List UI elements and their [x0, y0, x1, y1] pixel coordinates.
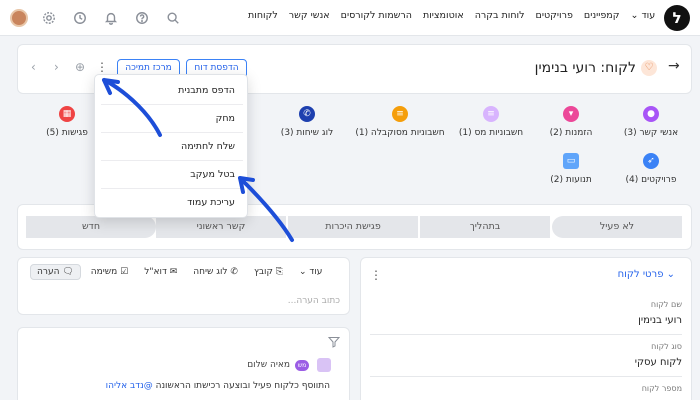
nav-more[interactable]: עוד ⌄	[631, 10, 656, 21]
entity-label: חשבוניות מסוקבלה (1)	[355, 128, 445, 138]
entity-label: פרויקטים (4)	[625, 175, 677, 185]
nav-contacts[interactable]: אנשי קשר	[289, 10, 330, 21]
feed-author: מאיה שלום	[247, 360, 290, 370]
tab-label: קובץ	[253, 267, 273, 277]
stage-initial-contact[interactable]: קשר ראשוני	[156, 216, 286, 238]
filter-icon[interactable]	[328, 336, 340, 348]
nav-course-registrations[interactable]: הרשמות לקורסים	[341, 10, 412, 21]
field-client-name[interactable]: רועי בנימין	[380, 315, 682, 326]
field-label: שם לקוח	[650, 300, 682, 309]
phone-icon: ✆	[299, 106, 315, 122]
nav-clients[interactable]: לקוחות	[248, 10, 278, 21]
details-title: פרטי לקוח	[617, 269, 664, 280]
divider	[370, 376, 682, 377]
details-more-icon[interactable]: ⋮	[370, 268, 382, 282]
chevron-left-icon[interactable]: ‹	[31, 60, 36, 74]
divider	[101, 132, 243, 133]
entity-tax-invoices[interactable]: ≡ חשבוניות מס (1)	[446, 106, 536, 138]
page-title: לקוח: רועי בנימין	[534, 60, 636, 76]
entity-projects[interactable]: ➶ פרויקטים (4)	[606, 153, 696, 185]
search-icon[interactable]	[163, 8, 183, 28]
entity-receipts[interactable]: ≡ חשבוניות מסוקבלה (1)	[355, 106, 445, 138]
rocket-icon: ➶	[643, 153, 659, 169]
main-nav: לקוחות אנשי קשר הרשמות לקורסים אוטומציות…	[248, 10, 656, 21]
divider	[101, 188, 243, 189]
entity-call-log[interactable]: ✆ לוג שיחות (3)	[262, 106, 352, 138]
nav-automations[interactable]: אוטומציות	[423, 10, 464, 21]
entity-transactions[interactable]: ▭ תנועות (2)	[526, 153, 616, 185]
nav-dashboards[interactable]: לוחות בקרה	[475, 10, 525, 21]
app-logo[interactable]: ל	[664, 5, 690, 31]
receipt-icon: ≡	[392, 106, 408, 122]
menu-unfollow[interactable]: בטל מעקב	[95, 169, 249, 180]
stage-intro-meeting[interactable]: פגישת היכרות	[288, 216, 418, 238]
entity-label: תנועות (2)	[550, 175, 592, 185]
client-details-toggle[interactable]: ⌄ פרטי לקוח	[560, 269, 675, 280]
field-client-type[interactable]: לקוח עסקי	[380, 357, 682, 368]
author-avatar: מש	[295, 360, 309, 371]
divider	[370, 334, 682, 335]
tab-label: דוא"ל	[144, 267, 167, 277]
entity-label: לוג שיחות (3)	[280, 128, 334, 138]
divider	[101, 160, 243, 161]
client-badge-icon: ♡	[641, 60, 657, 76]
menu-delete[interactable]: מחק	[95, 113, 249, 124]
tab-task[interactable]: ☑ משימה	[85, 265, 134, 279]
menu-send-for-signature[interactable]: שלח לחתימה	[95, 141, 249, 152]
entity-label: חשבוניות מס (1)	[458, 128, 524, 138]
nav-campaigns[interactable]: קמפיינים	[584, 10, 620, 21]
entity-orders[interactable]: ▾ הזמנות (2)	[526, 106, 616, 138]
more-actions-menu: הדפס מתבנית מחק שלח לחתימה בטל מעקב עריכ…	[94, 74, 248, 218]
tab-email[interactable]: ✉ דוא"ל	[138, 265, 183, 279]
nav-projects[interactable]: פרויקטים	[536, 10, 573, 21]
chevron-right-icon[interactable]: ›	[54, 60, 59, 74]
activity-tabs: 🗨 הערה ☑ משימה ✉ דוא"ל ✆ לוג שיחה ⎘ קובץ…	[30, 264, 340, 280]
user-icon: ●	[643, 106, 659, 122]
more-actions-icon[interactable]: ⋮	[96, 60, 108, 74]
comment-input[interactable]: כתוב הערה...	[30, 296, 340, 306]
entity-label: אנשי קשר (3)	[623, 128, 679, 138]
chevron-down-icon: ⌄	[663, 269, 675, 280]
top-icons	[10, 8, 183, 28]
card-icon: ▭	[563, 153, 579, 169]
settings-icon[interactable]	[39, 8, 59, 28]
add-circle-icon[interactable]: ⊕	[75, 60, 85, 74]
field-label: מספר לקוח	[641, 384, 682, 393]
tab-call-log[interactable]: ✆ לוג שיחה	[187, 265, 244, 279]
stage-new[interactable]: חדש	[26, 216, 156, 238]
cart-icon: ▾	[563, 106, 579, 122]
tab-label: הערה	[37, 267, 60, 277]
menu-edit-page[interactable]: עריכת עמוד	[95, 197, 249, 208]
stage-in-progress[interactable]: בתהליך	[420, 216, 550, 238]
tab-file[interactable]: ⎘ קובץ	[248, 265, 289, 279]
help-icon[interactable]	[132, 8, 152, 28]
tab-label: משימה	[90, 267, 118, 277]
tab-label: לוג שיחה	[193, 267, 228, 277]
field-label: סוג לקוח	[651, 342, 682, 351]
user-avatar[interactable]	[10, 9, 28, 27]
entity-contacts[interactable]: ● אנשי קשר (3)	[606, 106, 696, 138]
stage-inactive[interactable]: לא פעיל	[552, 216, 682, 238]
menu-print-template[interactable]: הדפס מתבנית	[95, 85, 249, 96]
feed-text: התווסף כלקוח פעיל ובוצעה רכישתו הראשונה …	[30, 381, 330, 391]
feed-message: התווסף כלקוח פעיל ובוצעה רכישתו הראשונה	[155, 381, 330, 391]
clock-icon[interactable]	[70, 8, 90, 28]
feed-mention[interactable]: @נדב אליהו	[106, 381, 153, 391]
tab-note[interactable]: 🗨 הערה	[30, 264, 81, 280]
feed-type-icon	[317, 358, 331, 372]
pipeline: חדש קשר ראשוני פגישת היכרות בתהליך לא פע…	[26, 216, 684, 238]
invoice-icon: ≡	[483, 106, 499, 122]
tab-more[interactable]: עוד ⌄	[293, 265, 328, 279]
entity-label: הזמנות (2)	[549, 128, 593, 138]
divider	[101, 104, 243, 105]
calendar-icon: ▦	[59, 106, 75, 122]
bell-icon[interactable]	[101, 8, 121, 28]
back-arrow-icon[interactable]: →	[668, 58, 680, 74]
